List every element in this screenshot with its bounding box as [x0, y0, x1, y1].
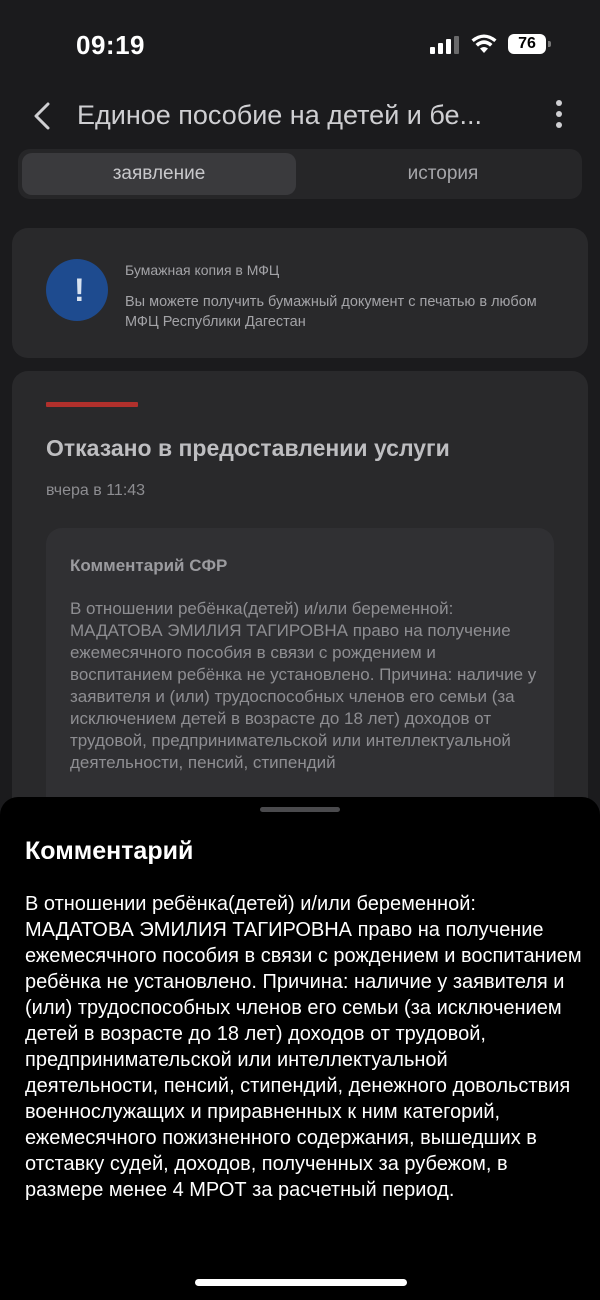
sheet-comment-text: В отношении ребёнка(детей) и/или беремен… [25, 893, 582, 1201]
tab-history[interactable]: история [306, 153, 580, 195]
info-card-title: Бумажная копия в МФЦ [125, 262, 280, 278]
screen: 09:19 76 Единое пособие на детей и бе...… [0, 0, 600, 1300]
paper-copy-card[interactable]: ! Бумажная копия в МФЦ Вы можете получит… [12, 228, 588, 358]
home-indicator[interactable] [195, 1279, 407, 1286]
cellular-signal-icon [430, 36, 460, 54]
comment-box-text: В отношении ребёнка(детей) и/или беремен… [70, 599, 537, 772]
battery-icon: 76 [508, 34, 551, 54]
application-status-card: Отказано в предоставлении услуги вчера в… [12, 371, 588, 831]
page-title: Единое пособие на детей и бе... [77, 100, 483, 130]
comment-box-title: Комментарий СФР [70, 556, 228, 575]
wifi-icon [471, 34, 497, 53]
sfr-comment-box[interactable]: Комментарий СФР В отношении ребёнка(дете… [46, 528, 554, 831]
tab-application[interactable]: заявление [22, 153, 296, 195]
status-bar: 09:19 76 [0, 0, 600, 90]
exclamation-icon: ! [46, 259, 108, 321]
app-header: Единое пособие на детей и бе... [0, 90, 600, 144]
comment-bottom-sheet: Комментарий В отношении ребёнка(детей) и… [0, 797, 600, 1300]
status-indicator-bar [46, 402, 138, 407]
more-options-icon[interactable] [552, 100, 566, 134]
status-timestamp: вчера в 11:43 [46, 482, 146, 499]
status-time: 09:19 [76, 30, 145, 60]
sheet-title: Комментарий [25, 837, 194, 865]
status-title: Отказано в предоставлении услуги [46, 435, 450, 461]
info-card-text: Вы можете получить бумажный документ с п… [125, 294, 537, 330]
sheet-drag-handle[interactable] [260, 807, 340, 812]
back-arrow-icon[interactable] [28, 98, 56, 134]
segmented-control: заявление история [18, 149, 582, 199]
